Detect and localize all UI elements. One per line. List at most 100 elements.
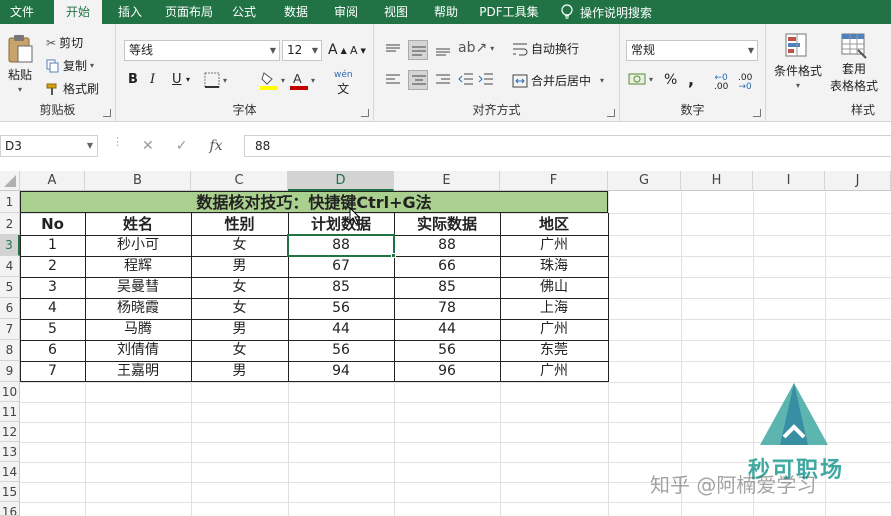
cell-no[interactable]: 2 (20, 256, 85, 277)
cell-gender[interactable]: 女 (191, 340, 288, 361)
fill-color-button[interactable]: ▾ (260, 70, 285, 90)
font-color-button[interactable]: A ▾ (290, 70, 315, 90)
paste-button[interactable]: 粘贴 ▾ (6, 34, 34, 94)
cell-name[interactable]: 马腾 (85, 319, 191, 340)
column-header-c[interactable]: C (191, 171, 288, 191)
format-painter-button[interactable]: 格式刷 (46, 80, 99, 97)
cell-no[interactable]: 3 (20, 277, 85, 298)
phonetic-guide-button[interactable]: wén 文 (334, 70, 353, 97)
column-header-i[interactable]: I (753, 171, 825, 191)
cell-gender[interactable]: 女 (191, 298, 288, 319)
column-header-j[interactable]: J (825, 171, 891, 191)
cell-name[interactable]: 刘倩倩 (85, 340, 191, 361)
cancel-icon[interactable]: ✕ (142, 138, 154, 154)
cell-no[interactable]: 6 (20, 340, 85, 361)
italic-button[interactable]: I (150, 72, 155, 87)
row-header-15[interactable]: 15 (0, 482, 20, 502)
header-region[interactable]: 地区 (500, 213, 608, 235)
row-header-4[interactable]: 4 (0, 256, 20, 277)
chevron-down-icon[interactable]: ▾ (186, 75, 190, 84)
row-header-10[interactable]: 10 (0, 382, 20, 402)
orientation-button[interactable]: ab↗ ▾ (458, 40, 494, 56)
font-size-select[interactable]: 12 ▼ (282, 40, 322, 61)
tab-page-layout[interactable]: 页面布局 (158, 0, 220, 24)
underline-button[interactable]: U (172, 72, 182, 87)
cell-gender[interactable]: 男 (191, 361, 288, 382)
cell-region[interactable]: 广州 (500, 361, 608, 382)
tab-help[interactable]: 帮助 (426, 0, 466, 24)
row-header-13[interactable]: 13 (0, 442, 20, 462)
cell-name[interactable]: 程辉 (85, 256, 191, 277)
cell-name[interactable]: 秒小可 (85, 235, 191, 256)
accounting-format-button[interactable]: ▾ (628, 72, 653, 86)
column-header-f[interactable]: F (500, 171, 608, 191)
cell-region[interactable]: 广州 (500, 235, 608, 256)
cell-actual[interactable]: 96 (394, 361, 500, 382)
dialog-launcher-icon[interactable] (103, 109, 111, 117)
select-all-corner[interactable] (0, 171, 20, 191)
cell-region[interactable]: 珠海 (500, 256, 608, 277)
cell-actual[interactable]: 66 (394, 256, 500, 277)
tab-pdf-tools[interactable]: PDF工具集 (476, 0, 542, 24)
cell-actual[interactable]: 78 (394, 298, 500, 319)
indent-buttons[interactable] (458, 72, 494, 86)
conditional-formatting-button[interactable]: 条件格式 ▾ (774, 32, 822, 90)
increase-font-size-button[interactable]: A ▲ (328, 42, 347, 58)
tab-review[interactable]: 审阅 (326, 0, 366, 24)
row-header-11[interactable]: 11 (0, 402, 20, 422)
column-header-e[interactable]: E (394, 171, 500, 191)
cut-button[interactable]: ✂ 剪切 (46, 34, 83, 51)
fill-handle[interactable] (391, 253, 396, 258)
cell-planned[interactable]: 56 (288, 340, 394, 361)
enter-icon[interactable]: ✓ (176, 138, 188, 154)
borders-button[interactable]: ▾ (204, 72, 227, 88)
cell-no[interactable]: 7 (20, 361, 85, 382)
cell-planned[interactable]: 94 (288, 361, 394, 382)
insert-function-icon[interactable]: fx (209, 138, 222, 154)
cell-planned[interactable]: 56 (288, 298, 394, 319)
tab-insert[interactable]: 插入 (106, 0, 154, 24)
tab-data[interactable]: 数据 (276, 0, 316, 24)
column-header-b[interactable]: B (85, 171, 191, 191)
increase-decimal-button[interactable]: ←0.00 (714, 74, 728, 92)
decrease-decimal-button[interactable]: .00 →0 (738, 74, 752, 92)
number-format-select[interactable]: 常规 ▼ (626, 40, 758, 61)
row-header-9[interactable]: 9 (0, 361, 20, 382)
font-name-select[interactable]: 等线 ▼ (124, 40, 280, 61)
formula-bar-grip[interactable]: ⋮ (112, 136, 123, 147)
cell-no[interactable]: 4 (20, 298, 85, 319)
header-planned[interactable]: 计划数据 (288, 213, 394, 235)
cell-gender[interactable]: 男 (191, 256, 288, 277)
cell-no[interactable]: 1 (20, 235, 85, 256)
name-box[interactable]: D3 ▼ (0, 135, 98, 157)
cell-planned[interactable]: 67 (288, 256, 394, 277)
sheet-title-cell[interactable]: 数据核对技巧：快捷键Ctrl+G法 (20, 191, 608, 213)
comma-style-button[interactable]: , (688, 70, 694, 89)
merge-center-button[interactable]: 合并后居中 ▾ (512, 72, 604, 89)
vertical-align-buttons[interactable] (384, 40, 452, 60)
row-header-7[interactable]: 7 (0, 319, 20, 340)
formula-input[interactable]: 88 (244, 135, 891, 157)
decrease-font-size-button[interactable]: A ▼ (350, 44, 366, 57)
cell-planned[interactable]: 85 (288, 277, 394, 298)
cell-gender[interactable]: 女 (191, 277, 288, 298)
row-header-8[interactable]: 8 (0, 340, 20, 361)
dialog-launcher-icon[interactable] (361, 109, 369, 117)
worksheet-grid[interactable]: A B C D E F G H I J 1 2 3 4 5 6 7 8 9 10… (0, 171, 891, 516)
format-as-table-button[interactable]: 套用 表格格式 (830, 32, 878, 94)
wrap-text-button[interactable]: 自动换行 (512, 40, 579, 57)
cell-gender[interactable]: 女 (191, 235, 288, 256)
cell-region[interactable]: 广州 (500, 319, 608, 340)
dialog-launcher-icon[interactable] (753, 109, 761, 117)
cell-actual[interactable]: 85 (394, 277, 500, 298)
bold-button[interactable]: B (128, 72, 138, 87)
row-header-6[interactable]: 6 (0, 298, 20, 319)
tab-formulas[interactable]: 公式 (224, 0, 264, 24)
column-header-h[interactable]: H (681, 171, 753, 191)
cell-actual[interactable]: 44 (394, 319, 500, 340)
header-actual[interactable]: 实际数据 (394, 213, 500, 235)
percent-style-button[interactable]: % (664, 72, 677, 88)
cell-planned[interactable]: 44 (288, 319, 394, 340)
cell-region[interactable]: 东莞 (500, 340, 608, 361)
horizontal-align-buttons[interactable] (384, 70, 452, 90)
